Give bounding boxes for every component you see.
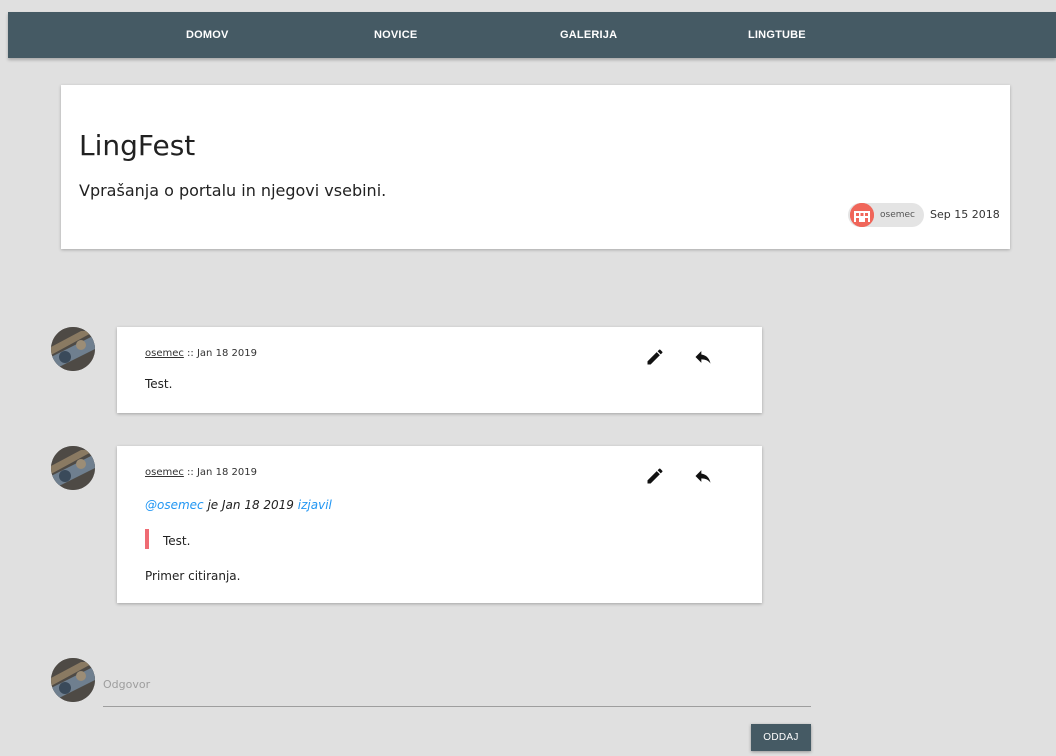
quote-mention-link[interactable]: @osemec xyxy=(145,498,204,512)
topic-header-card: LingFest Vprašanja o portalu in njegovi … xyxy=(61,85,1010,249)
post-card: osemec :: Jan 18 2019 Test. xyxy=(117,327,762,413)
quote-bar xyxy=(145,529,149,549)
post-avatar[interactable] xyxy=(51,446,95,490)
topic-title: LingFest xyxy=(79,129,196,162)
topic-author-name: osemec xyxy=(880,210,915,220)
author-avatar xyxy=(850,203,874,227)
quote-source-link[interactable]: izjavil xyxy=(298,498,332,512)
topic-author-chip[interactable]: osemec xyxy=(848,203,924,227)
post-card: osemec :: Jan 18 2019 @osemec je Jan 18 … xyxy=(117,446,762,603)
post-meta: osemec :: Jan 18 2019 xyxy=(145,467,257,478)
post-meta-separator: :: xyxy=(183,348,197,359)
post-username[interactable]: osemec xyxy=(145,348,184,359)
reply-arrow-icon[interactable] xyxy=(693,466,713,486)
post-username[interactable]: osemec xyxy=(145,467,184,478)
topic-date: Sep 15 2018 xyxy=(930,208,1000,221)
quote-header-text: je Jan 18 2019 xyxy=(203,498,298,512)
post-date: Jan 18 2019 xyxy=(196,467,257,478)
top-navbar: DOMOV NOVICE GALERIJA LINGTUBE xyxy=(8,12,1056,58)
nav-item-domov[interactable]: DOMOV xyxy=(186,12,229,58)
reply-input[interactable]: Odgovor xyxy=(103,678,150,691)
post-meta: osemec :: Jan 18 2019 xyxy=(145,348,257,359)
nav-item-novice[interactable]: NOVICE xyxy=(374,12,417,58)
quote-header: @osemec je Jan 18 2019 izjavil xyxy=(145,498,332,512)
post-body: Test. xyxy=(145,377,173,391)
pencil-icon[interactable] xyxy=(645,466,665,486)
reply-input-underline xyxy=(103,706,811,707)
nav-item-galerija[interactable]: GALERIJA xyxy=(560,12,617,58)
post-body: Primer citiranja. xyxy=(145,569,241,583)
reply-avatar xyxy=(51,658,95,702)
nav-item-lingtube[interactable]: LINGTUBE xyxy=(748,12,806,58)
post-date: Jan 18 2019 xyxy=(196,348,257,359)
pencil-icon[interactable] xyxy=(645,347,665,367)
reply-arrow-icon[interactable] xyxy=(693,347,713,367)
topic-description: Vprašanja o portalu in njegovi vsebini. xyxy=(79,181,387,200)
submit-button[interactable]: ODDAJ xyxy=(751,724,811,751)
post-avatar[interactable] xyxy=(51,327,95,371)
quote-text: Test. xyxy=(163,534,191,548)
post-meta-separator: :: xyxy=(183,467,197,478)
